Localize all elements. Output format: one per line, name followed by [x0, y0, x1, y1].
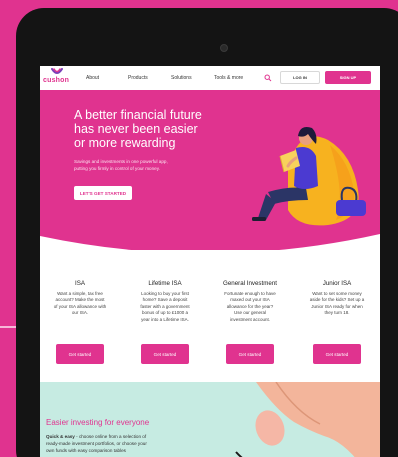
signup-button[interactable]: SIGN UP — [325, 71, 371, 84]
product-card-isa: ISA Want a simple, tax free account? Mak… — [43, 280, 117, 317]
get-started-button-junior-isa[interactable]: Get started — [313, 344, 361, 364]
band-line-rest: - choose online from a selection of — [74, 434, 147, 439]
nav-link-tools[interactable]: Tools & more — [214, 75, 243, 81]
nav-link-about[interactable]: About — [86, 75, 99, 81]
product-card-lifetime-isa: Lifetime ISA Looking to buy your first h… — [128, 280, 202, 323]
product-description-line: investment account. — [229, 316, 271, 322]
get-started-button-isa[interactable]: Get started — [56, 344, 104, 364]
top-navigation: cushon About Products Solutions Tools & … — [40, 66, 380, 90]
product-card-general-investment: General Investment Fortunate enough to h… — [213, 280, 287, 323]
product-description: Want a simple, tax free account? Make th… — [43, 291, 117, 317]
hero-section: A better financial future has never been… — [40, 90, 380, 258]
hero-subtitle-line: Savings and investments in one powerful … — [74, 159, 168, 164]
product-title: Lifetime ISA — [148, 280, 182, 287]
band-description: Quick & easy - choose online from a sele… — [46, 433, 186, 454]
product-title: General Investment — [223, 280, 277, 287]
band-description-line: ready-made investment portfolios, or cho… — [46, 441, 147, 446]
hero-title: A better financial future has never been… — [74, 108, 234, 150]
hero-title-line: has never been easier — [74, 122, 198, 136]
logo-mark-icon — [51, 68, 63, 74]
hero-title-line: A better financial future — [74, 108, 202, 122]
nav-link-products[interactable]: Products — [128, 75, 148, 81]
product-description-line: our ISA. — [71, 310, 89, 316]
product-title: ISA — [75, 280, 85, 287]
logo-text: cushon — [43, 77, 70, 84]
product-description: Want to set some money aside for the kid… — [300, 291, 374, 317]
hand-holding-coin-illustration — [235, 382, 380, 457]
tablet-camera — [220, 44, 228, 52]
hero-subtitle-line: putting you firmly in control of your mo… — [74, 166, 160, 171]
product-description: Looking to buy your first home? Save a d… — [128, 291, 202, 323]
product-description-line: year into a Lifetime ISA. — [141, 316, 189, 322]
band-description-line: Quick & easy - choose online from a sele… — [46, 433, 186, 440]
cushon-logo[interactable]: cushon — [43, 68, 69, 88]
product-description: Fortunate enough to have maxed out your … — [213, 291, 287, 323]
hero-title-line: or more rewarding — [74, 136, 176, 150]
product-card-junior-isa: Junior ISA Want to set some money aside … — [300, 280, 374, 317]
band-title: Easier investing for everyone — [46, 418, 150, 427]
band-description-line: own funds with easy comparison tables — [46, 448, 126, 453]
get-started-button-general-investment[interactable]: Get started — [226, 344, 274, 364]
login-button[interactable]: LOG IN — [280, 71, 320, 84]
woman-reading-illustration — [252, 127, 366, 226]
product-title: Junior ISA — [322, 280, 352, 287]
website-screen: cushon About Products Solutions Tools & … — [40, 66, 380, 457]
band-bold-lead: Quick & easy — [46, 434, 75, 439]
get-started-cta-button[interactable]: LET'S GET STARTED — [74, 186, 132, 200]
hero-wave-divider — [40, 234, 380, 258]
product-description-line: aside for the kids? Set up a — [309, 297, 365, 303]
hero-subtitle: Savings and investments in one powerful … — [74, 158, 224, 172]
nav-link-solutions[interactable]: Solutions — [171, 75, 192, 81]
get-started-button-lifetime-isa[interactable]: Get started — [141, 344, 189, 364]
product-description-line: they turn 18. — [324, 310, 350, 316]
easier-investing-section: Easier investing for everyone Quick & ea… — [40, 382, 380, 457]
search-icon[interactable] — [264, 74, 272, 82]
